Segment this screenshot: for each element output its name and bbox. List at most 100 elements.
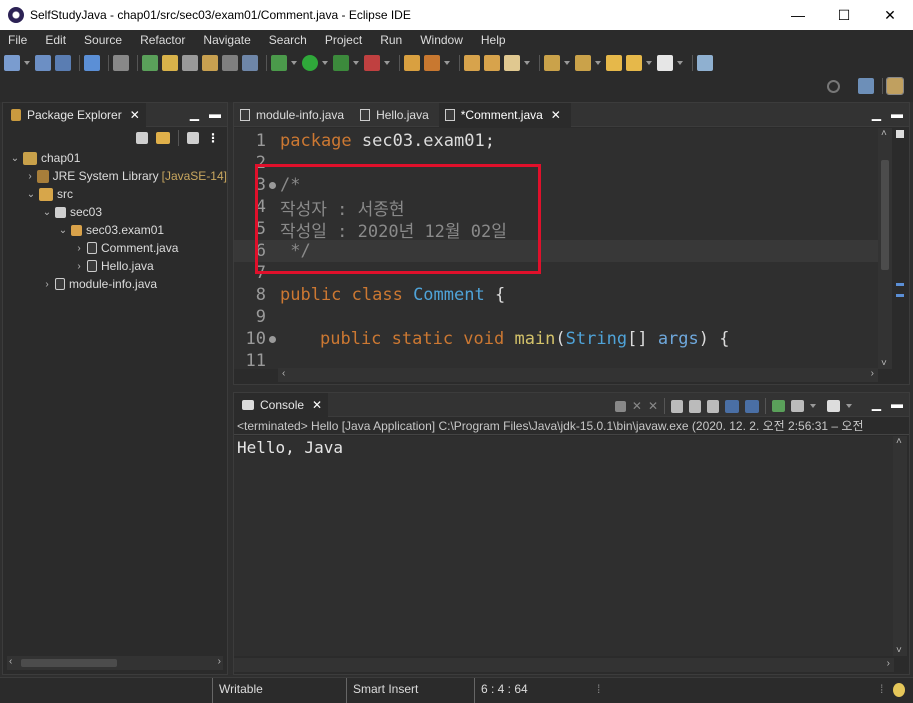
- show-whitespace-icon[interactable]: [222, 55, 238, 71]
- terminate-icon[interactable]: [614, 400, 626, 412]
- maximize-view-icon[interactable]: ▬: [891, 107, 903, 121]
- view-menu-icon[interactable]: ⋮: [207, 131, 219, 145]
- chevron-down-icon[interactable]: ⌄: [57, 225, 69, 236]
- open-task-icon[interactable]: [484, 55, 500, 71]
- tree-item-sec03[interactable]: ⌄ sec03: [3, 203, 227, 221]
- last-edit-icon[interactable]: [606, 55, 622, 71]
- tab-hello-java[interactable]: Hello.java: [354, 103, 439, 127]
- chevron-down-icon[interactable]: ⌄: [25, 189, 37, 200]
- scroll-up-icon[interactable]: ˄: [896, 436, 902, 447]
- scrollbar-thumb[interactable]: [21, 659, 117, 667]
- chevron-down-icon[interactable]: ⌄: [41, 207, 53, 218]
- console-horizontal-scrollbar[interactable]: ›: [234, 658, 894, 672]
- minimize-view-icon[interactable]: ▁: [872, 107, 881, 121]
- tree-item-src[interactable]: ⌄ src: [3, 185, 227, 203]
- menu-project[interactable]: Project: [316, 30, 371, 50]
- back-dropdown-icon[interactable]: [646, 61, 652, 65]
- forward-icon[interactable]: [657, 55, 673, 71]
- close-tab-icon[interactable]: ✕: [312, 398, 322, 412]
- code-editor[interactable]: 1 package sec03.exam01; 2 3 /* 4 작성자 : 서…: [234, 128, 878, 369]
- tree-item-sec03-exam01[interactable]: ⌄ sec03.exam01: [3, 221, 227, 239]
- forward-dropdown-icon[interactable]: [677, 61, 683, 65]
- chevron-right-icon[interactable]: ›: [25, 171, 35, 182]
- close-tab-icon[interactable]: ✕: [130, 108, 140, 122]
- display-console-dropdown-icon[interactable]: [810, 404, 816, 408]
- chevron-right-icon[interactable]: ›: [41, 279, 53, 290]
- minimize-view-icon[interactable]: ▁: [190, 107, 199, 121]
- show-on-stdout-icon[interactable]: [725, 399, 739, 413]
- debug-dropdown-icon[interactable]: [291, 61, 297, 65]
- search-dropdown-icon[interactable]: [524, 61, 530, 65]
- tree-item-chap01[interactable]: ⌄ chap01: [3, 149, 227, 167]
- previous-annotation-dropdown-icon[interactable]: [595, 61, 601, 65]
- tab-package-explorer[interactable]: Package Explorer ✕: [3, 102, 146, 127]
- maximize-button[interactable]: ☐: [821, 0, 867, 30]
- remove-all-terminated-icon[interactable]: ✕: [648, 399, 658, 413]
- scroll-up-icon[interactable]: ˄: [881, 128, 887, 139]
- fold-toggle-icon[interactable]: [269, 336, 276, 343]
- minimize-view-icon[interactable]: ▁: [872, 397, 881, 411]
- occurrence-marker[interactable]: [896, 283, 904, 286]
- console-vertical-scrollbar[interactable]: ˄ ˅: [893, 436, 907, 656]
- scrollbar-thumb[interactable]: [881, 160, 889, 270]
- collapse-all-icon[interactable]: [136, 132, 148, 144]
- previous-annotation-icon[interactable]: [575, 55, 591, 71]
- run-icon[interactable]: [302, 55, 318, 71]
- open-console-dropdown-icon[interactable]: [846, 404, 852, 408]
- close-tab-icon[interactable]: ✕: [551, 108, 561, 122]
- scroll-down-icon[interactable]: ˅: [896, 645, 902, 656]
- menu-refactor[interactable]: Refactor: [131, 30, 194, 50]
- scroll-left-icon[interactable]: ‹: [9, 656, 12, 667]
- mark-occurrences-icon[interactable]: [162, 55, 178, 71]
- scroll-left-icon[interactable]: ‹: [282, 368, 285, 379]
- java-perspective-icon[interactable]: [886, 77, 904, 95]
- next-annotation-dropdown-icon[interactable]: [564, 61, 570, 65]
- minimize-button[interactable]: —: [775, 0, 821, 30]
- pin-console-icon[interactable]: [772, 400, 785, 412]
- new-dropdown-icon[interactable]: [24, 61, 30, 65]
- fold-toggle-icon[interactable]: [269, 182, 276, 189]
- coverage-dropdown-icon[interactable]: [353, 61, 359, 65]
- menu-edit[interactable]: Edit: [36, 30, 75, 50]
- occurrence-marker[interactable]: [896, 294, 904, 297]
- editor-vertical-scrollbar[interactable]: ˄ ˅: [878, 128, 892, 369]
- search-icon[interactable]: [827, 79, 840, 93]
- link-with-editor-icon[interactable]: [156, 132, 170, 144]
- maximize-view-icon[interactable]: ▬: [891, 397, 903, 411]
- menu-run[interactable]: Run: [371, 30, 411, 50]
- word-wrap-icon[interactable]: [707, 399, 719, 413]
- run-dropdown-icon[interactable]: [322, 61, 328, 65]
- tree-item-comment-java[interactable]: › Comment.java: [3, 239, 227, 257]
- scroll-lock-icon[interactable]: [689, 399, 701, 413]
- show-on-stderr-icon[interactable]: [745, 399, 759, 413]
- tree-item-hello-java[interactable]: › Hello.java: [3, 257, 227, 275]
- menu-navigate[interactable]: Navigate: [194, 30, 259, 50]
- open-type-icon[interactable]: [464, 55, 480, 71]
- word-wrap-icon[interactable]: [202, 55, 218, 71]
- close-button[interactable]: ✕: [867, 0, 913, 30]
- editor-horizontal-scrollbar[interactable]: ‹ ›: [278, 368, 878, 382]
- open-console-icon[interactable]: [827, 400, 840, 412]
- external-tools-icon[interactable]: [364, 55, 380, 71]
- clear-console-icon[interactable]: [671, 399, 683, 413]
- tree-item-module-info[interactable]: › module-info.java: [3, 275, 227, 293]
- maximize-view-icon[interactable]: ▬: [209, 107, 221, 121]
- menu-search[interactable]: Search: [260, 30, 316, 50]
- back-icon[interactable]: [626, 55, 642, 71]
- tip-lightbulb-icon[interactable]: [893, 683, 905, 697]
- new-java-project-icon[interactable]: [404, 55, 420, 71]
- save-icon[interactable]: [35, 55, 51, 71]
- chevron-right-icon[interactable]: ›: [73, 243, 85, 254]
- menu-window[interactable]: Window: [411, 30, 472, 50]
- next-annotation-icon[interactable]: [544, 55, 560, 71]
- open-console-icon[interactable]: [84, 55, 100, 71]
- coverage-icon[interactable]: [333, 55, 349, 71]
- external-tools-dropdown-icon[interactable]: [384, 61, 390, 65]
- horizontal-scrollbar[interactable]: ‹ ›: [7, 656, 223, 670]
- status-insert-mode[interactable]: Smart Insert: [346, 678, 472, 703]
- tree-item-jre[interactable]: › JRE System Library [JavaSE-14]: [3, 167, 227, 185]
- tab-console[interactable]: Console ✕: [234, 392, 329, 417]
- search-toolbar-icon[interactable]: [504, 55, 520, 71]
- pin-editor-icon[interactable]: [697, 55, 713, 71]
- focus-active-task-icon[interactable]: [187, 132, 199, 144]
